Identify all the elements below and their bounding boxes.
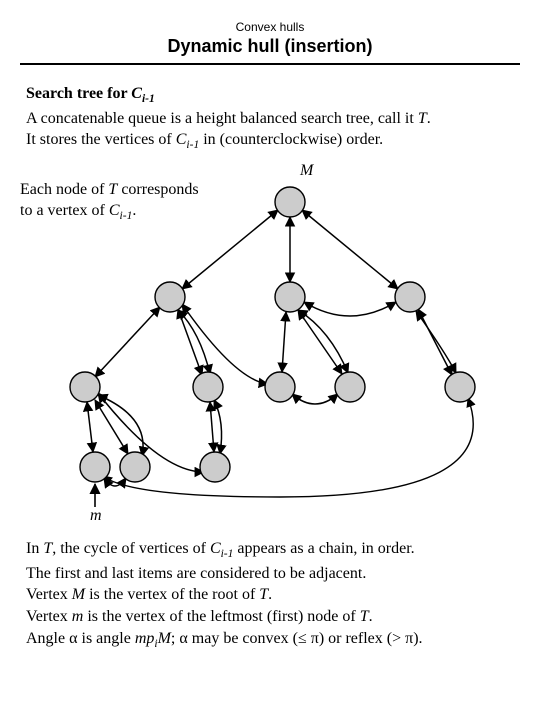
f5mm: m (135, 630, 147, 647)
intro-line2-var: C (176, 131, 187, 148)
f1s: i-1 (221, 548, 234, 560)
slide-page: Convex hulls Dynamic hull (insertion) Se… (0, 0, 540, 688)
f3t: T (259, 586, 268, 603)
f2: The first and last items are considered … (26, 565, 366, 582)
intro-line2-sub: i-1 (186, 140, 199, 152)
intro-line2b: in (counterclockwise) order. (199, 131, 383, 148)
f3c: . (268, 586, 272, 603)
intro-heading-prefix: Search tree for (26, 85, 131, 102)
f3b: is the vertex of the root of (85, 586, 259, 603)
f4b: is the vertex of the leftmost (first) no… (83, 608, 359, 625)
intro-heading-var: C (131, 85, 142, 102)
intro-line1t: T (418, 110, 427, 127)
intro-heading-sub: i-1 (142, 93, 155, 105)
intro-text: Search tree for Ci-1 A concatenable queu… (26, 83, 514, 154)
f5a2: α (179, 630, 187, 647)
f4t: T (360, 608, 369, 625)
f3a: Vertex (26, 586, 72, 603)
f1b: , the cycle of vertices of (52, 540, 210, 557)
f4m: m (72, 608, 84, 625)
f1c: appears as a chain, in order. (233, 540, 414, 557)
intro-line2a: It stores the vertices of (26, 131, 176, 148)
intro-line1a: A concatenable queue is a height balance… (26, 110, 418, 127)
footer-text: In T, the cycle of vertices of Ci-1 appe… (26, 538, 514, 652)
topic-line: Convex hulls (20, 20, 520, 34)
f5p1: π (311, 630, 319, 647)
f5p2: π (405, 630, 413, 647)
title-rule (20, 63, 520, 65)
f4c: . (369, 608, 373, 625)
f5e: ) or reflex (> (319, 630, 405, 647)
f5a: Angle (26, 630, 69, 647)
tree-svg (20, 162, 520, 532)
slide-title: Dynamic hull (insertion) (20, 36, 520, 57)
f3M: M (72, 586, 85, 603)
f4a: Vertex (26, 608, 72, 625)
f1t: T (43, 540, 52, 557)
f5b: is angle (78, 630, 135, 647)
f5a1: α (69, 630, 77, 647)
f5mM: M (158, 630, 171, 647)
tree-diagram: Each node of T corresponds to a vertex o… (20, 162, 520, 532)
f1a: In (26, 540, 43, 557)
f5f: ). (413, 630, 422, 647)
f5d: may be convex (≤ (188, 630, 311, 647)
intro-line1b: . (427, 110, 431, 127)
f1v: C (210, 540, 221, 557)
